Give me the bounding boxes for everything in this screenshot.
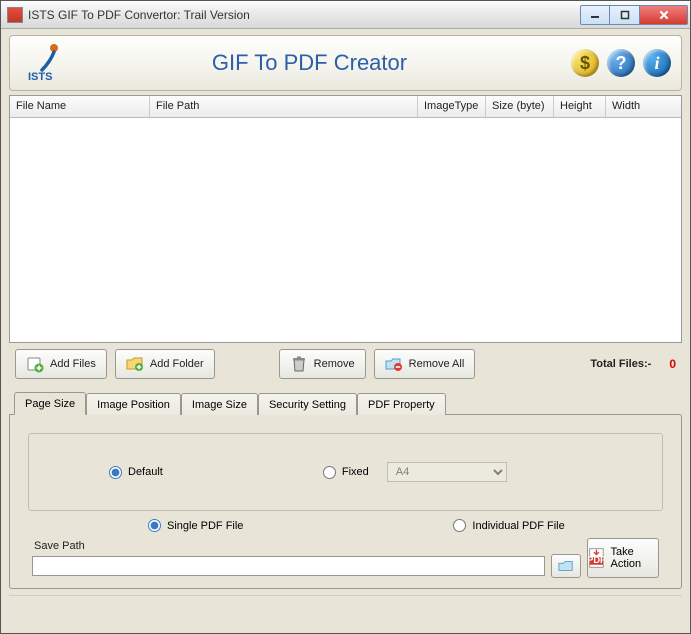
grid-header: File Name File Path ImageType Size (byte… bbox=[10, 96, 681, 118]
add-folder-icon bbox=[126, 355, 144, 373]
radio-individual-input[interactable] bbox=[453, 519, 466, 532]
radio-single-label: Single PDF File bbox=[167, 520, 243, 532]
add-folder-button[interactable]: Add Folder bbox=[115, 349, 215, 379]
logo: ISTS bbox=[20, 42, 88, 84]
tab-image-position[interactable]: Image Position bbox=[86, 393, 181, 415]
save-path-label: Save Path bbox=[32, 540, 581, 554]
col-width[interactable]: Width bbox=[606, 96, 681, 117]
window-title: ISTS GIF To PDF Convertor: Trail Version bbox=[28, 8, 580, 22]
close-button[interactable] bbox=[640, 5, 688, 25]
radio-default-label: Default bbox=[128, 466, 163, 478]
tab-security-setting[interactable]: Security Setting bbox=[258, 393, 357, 415]
svg-text:PDF: PDF bbox=[588, 555, 606, 565]
radio-individual-label: Individual PDF File bbox=[472, 520, 564, 532]
radio-default[interactable]: Default bbox=[109, 466, 163, 479]
radio-fixed-input[interactable] bbox=[323, 466, 336, 479]
take-action-label: Take Action bbox=[611, 546, 658, 570]
radio-individual-pdf[interactable]: Individual PDF File bbox=[453, 519, 564, 532]
actions-row: Add Files Add Folder Remove Remove All T… bbox=[9, 349, 682, 387]
col-height[interactable]: Height bbox=[554, 96, 606, 117]
folder-open-icon bbox=[558, 558, 574, 574]
page-size-combo[interactable]: A4 bbox=[387, 462, 507, 482]
tab-content: Default Fixed A4 bbox=[9, 414, 682, 589]
settings-tabs: Page Size Image Position Image Size Secu… bbox=[9, 391, 682, 589]
save-path-row: Save Path PDF bbox=[28, 536, 663, 578]
col-size[interactable]: Size (byte) bbox=[486, 96, 554, 117]
grid-body[interactable] bbox=[10, 118, 681, 342]
radio-fixed-label: Fixed bbox=[342, 466, 369, 478]
remove-button[interactable]: Remove bbox=[279, 349, 366, 379]
col-image-type[interactable]: ImageType bbox=[418, 96, 486, 117]
client-area: ISTS GIF To PDF Creator $ ? i File Name … bbox=[1, 29, 690, 633]
radio-fixed[interactable]: Fixed bbox=[323, 466, 369, 479]
tab-pdf-property[interactable]: PDF Property bbox=[357, 393, 446, 415]
add-files-icon bbox=[26, 355, 44, 373]
radio-single-pdf[interactable]: Single PDF File bbox=[148, 519, 243, 532]
window-controls bbox=[580, 5, 688, 25]
take-action-button[interactable]: PDF Take Action bbox=[587, 538, 659, 578]
tab-image-size[interactable]: Image Size bbox=[181, 393, 258, 415]
remove-all-label: Remove All bbox=[409, 358, 465, 370]
file-grid: File Name File Path ImageType Size (byte… bbox=[9, 95, 682, 343]
add-files-button[interactable]: Add Files bbox=[15, 349, 107, 379]
save-path-input[interactable] bbox=[32, 556, 545, 576]
add-files-label: Add Files bbox=[50, 358, 96, 370]
browse-button[interactable] bbox=[551, 554, 581, 578]
titlebar[interactable]: ISTS GIF To PDF Convertor: Trail Version bbox=[1, 1, 690, 29]
total-files-label: Total Files:- bbox=[590, 358, 651, 370]
app-window: ISTS GIF To PDF Convertor: Trail Version… bbox=[0, 0, 691, 634]
status-bar bbox=[9, 595, 682, 599]
tab-row: Page Size Image Position Image Size Secu… bbox=[9, 391, 682, 414]
info-icon[interactable]: i bbox=[643, 49, 671, 77]
total-files-count: 0 bbox=[669, 357, 676, 371]
trash-icon bbox=[290, 355, 308, 373]
pdf-icon: PDF bbox=[588, 545, 607, 571]
add-folder-label: Add Folder bbox=[150, 358, 204, 370]
save-path-box: Save Path bbox=[32, 540, 581, 578]
radio-default-input[interactable] bbox=[109, 466, 122, 479]
output-mode-row: Single PDF File Individual PDF File bbox=[28, 511, 663, 536]
svg-text:ISTS: ISTS bbox=[28, 71, 52, 83]
app-icon bbox=[7, 7, 23, 23]
header-panel: ISTS GIF To PDF Creator $ ? i bbox=[9, 35, 682, 91]
radio-single-input[interactable] bbox=[148, 519, 161, 532]
minimize-button[interactable] bbox=[580, 5, 610, 25]
fixed-row: Fixed A4 bbox=[323, 462, 507, 482]
help-icon[interactable]: ? bbox=[607, 49, 635, 77]
remove-all-button[interactable]: Remove All bbox=[374, 349, 476, 379]
maximize-button[interactable] bbox=[610, 5, 640, 25]
buy-icon[interactable]: $ bbox=[571, 49, 599, 77]
tab-page-size[interactable]: Page Size bbox=[14, 392, 86, 415]
col-file-name[interactable]: File Name bbox=[10, 96, 150, 117]
remove-label: Remove bbox=[314, 358, 355, 370]
app-title: GIF To PDF Creator bbox=[88, 50, 571, 76]
remove-all-icon bbox=[385, 355, 403, 373]
header-icons: $ ? i bbox=[571, 49, 671, 77]
page-size-box: Default Fixed A4 bbox=[28, 433, 663, 511]
col-file-path[interactable]: File Path bbox=[150, 96, 418, 117]
